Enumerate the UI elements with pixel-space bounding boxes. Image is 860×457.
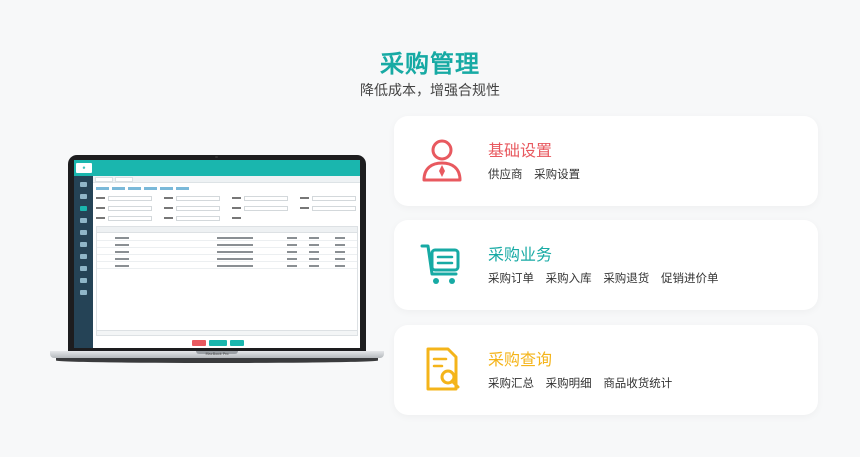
card-title: 基础设置 — [488, 141, 553, 160]
laptop-mockup: e MacBook Pro — [50, 155, 384, 365]
link-purchase-detail[interactable]: 采购明细 — [546, 376, 592, 390]
toolbar-link — [128, 187, 141, 190]
card-purchase-business[interactable]: 采购业务 采购订单 采购入库 采购退货 促销进价单 — [394, 220, 818, 310]
link-purchase-return[interactable]: 采购退货 — [603, 271, 649, 285]
link-goods-receipt-stats[interactable]: 商品收货统计 — [603, 376, 672, 390]
table-row — [97, 249, 357, 255]
app-button — [230, 340, 244, 346]
laptop-screen: e — [74, 160, 360, 348]
sidebar-icon — [80, 182, 87, 187]
toolbar-link — [96, 187, 109, 190]
sidebar-icon — [80, 194, 87, 199]
app-sidebar — [74, 176, 93, 348]
link-purchase-order[interactable]: 采购订单 — [488, 271, 534, 285]
sidebar-icon — [80, 242, 87, 247]
form-row — [96, 206, 358, 211]
laptop-shadow — [56, 358, 378, 363]
user-tie-icon — [422, 139, 462, 182]
link-supplier[interactable]: 供应商 — [488, 167, 523, 181]
app-tab — [95, 177, 113, 182]
grid-header — [97, 227, 357, 233]
app-header-bar: e — [74, 160, 360, 176]
laptop-lid: e — [68, 155, 366, 351]
cart-list-icon — [420, 244, 460, 284]
laptop-model-label: MacBook Pro — [205, 352, 229, 356]
toolbar-link — [176, 187, 189, 190]
card-purchase-query[interactable]: 采购查询 采购汇总 采购明细 商品收货统计 — [394, 325, 818, 415]
form-row — [96, 216, 358, 221]
table-row — [97, 235, 357, 241]
page-title: 采购管理 — [380, 50, 480, 78]
table-row — [97, 256, 357, 262]
document-search-icon — [426, 347, 460, 391]
laptop-camera — [215, 156, 218, 158]
sidebar-icon — [80, 266, 87, 271]
toolbar-link — [144, 187, 157, 190]
app-tab — [115, 177, 133, 182]
table-row — [97, 263, 357, 269]
app-data-grid — [96, 226, 358, 336]
table-row — [97, 242, 357, 248]
card-items: 采购订单 采购入库 采购退货 促销进价单 — [488, 270, 726, 286]
sidebar-icon — [80, 218, 87, 223]
sidebar-icon — [80, 254, 87, 259]
card-items: 供应商 采购设置 — [488, 166, 588, 182]
card-basic-settings[interactable]: 基础设置 供应商 采购设置 — [394, 116, 818, 206]
app-toolbar — [96, 187, 296, 191]
link-purchase-summary[interactable]: 采购汇总 — [488, 376, 534, 390]
toolbar-link — [160, 187, 173, 190]
sidebar-icon — [80, 278, 87, 283]
app-button — [209, 340, 227, 346]
grid-footer — [97, 330, 357, 335]
card-items: 采购汇总 采购明细 商品收货统计 — [488, 375, 680, 391]
toolbar-link — [112, 187, 125, 190]
sidebar-icon — [80, 290, 87, 295]
app-button — [192, 340, 206, 346]
card-title: 采购业务 — [488, 245, 553, 264]
link-promo-price[interactable]: 促销进价单 — [661, 271, 719, 285]
page-subtitle: 降低成本，增强合规性 — [360, 83, 500, 99]
sidebar-icon — [80, 230, 87, 235]
form-row — [96, 196, 358, 201]
link-purchase-inbound[interactable]: 采购入库 — [546, 271, 592, 285]
card-title: 采购查询 — [488, 350, 553, 369]
app-tab-strip — [93, 176, 360, 183]
app-logo: e — [76, 163, 92, 173]
sidebar-icon — [80, 206, 87, 211]
link-purchase-settings[interactable]: 采购设置 — [534, 167, 580, 181]
